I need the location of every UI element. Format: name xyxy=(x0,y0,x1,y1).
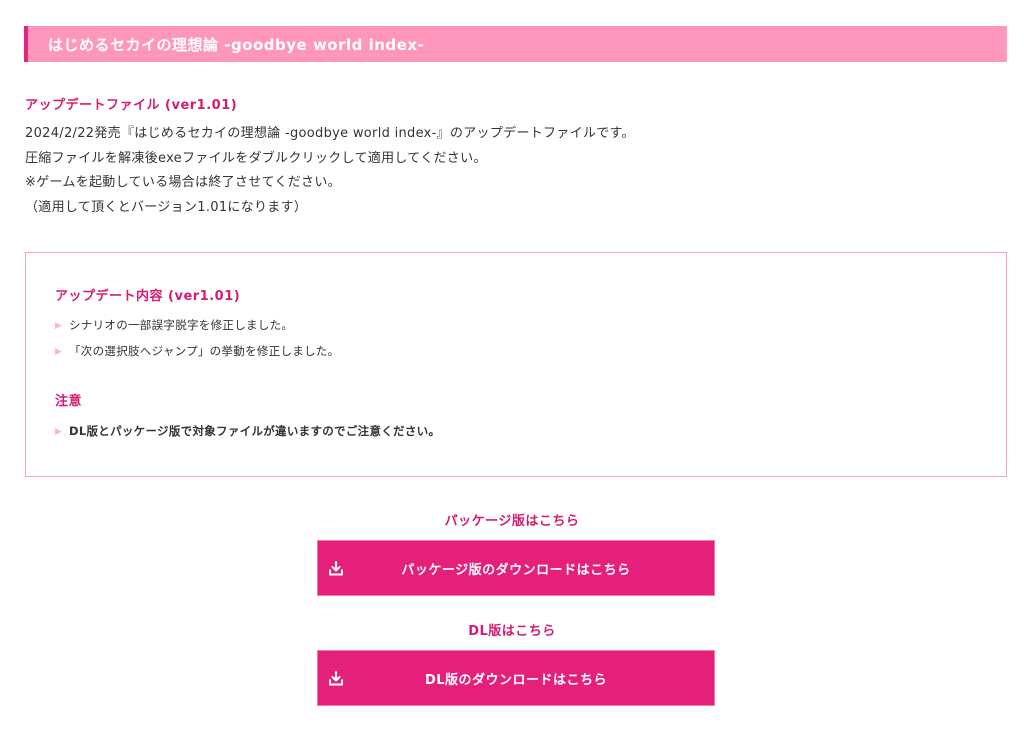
package-download-label: パッケージ版のダウンロードはこちら xyxy=(401,562,631,578)
download-icon xyxy=(329,561,343,576)
update-info-box: アップデート内容 (ver1.01) ▶ シナリオの一部誤字脱字を修正しました。 … xyxy=(25,252,1007,477)
notice-heading: 注意 xyxy=(55,394,83,409)
dl-download-label: DL版のダウンロードはこちら xyxy=(424,672,608,688)
package-download-button[interactable]: パッケージ版のダウンロードはこちら xyxy=(317,540,715,596)
list-item: ▶ DL版とパッケージ版で対象ファイルが違いますのでご注意ください。 xyxy=(55,423,440,439)
update-file-heading: アップデートファイル (ver1.01) xyxy=(25,98,238,113)
bullet-arrow-icon: ▶ xyxy=(55,347,63,357)
list-item: ▶ 「次の選択肢へジャンプ」の挙動を修正しました。 xyxy=(55,343,339,359)
bullet-arrow-icon: ▶ xyxy=(55,321,63,331)
title-bar: はじめるセカイの理想論 -goodbye world index- xyxy=(24,26,1007,62)
description-line: ※ゲームを起動している場合は終了させてください。 xyxy=(25,175,341,190)
list-item-text: DL版とパッケージ版で対象ファイルが違いますのでご注意ください。 xyxy=(69,424,441,438)
package-section-label: パッケージ版はこちら xyxy=(444,514,580,529)
list-item-text: 「次の選択肢へジャンプ」の挙動を修正しました。 xyxy=(69,344,340,358)
page: はじめるセカイの理想論 -goodbye world index- アップデート… xyxy=(0,0,1024,738)
list-item: ▶ シナリオの一部誤字脱字を修正しました。 xyxy=(55,317,293,333)
page-title: はじめるセカイの理想論 -goodbye world index- xyxy=(48,35,425,54)
dl-download-button[interactable]: DL版のダウンロードはこちら xyxy=(317,650,715,706)
download-icon xyxy=(329,671,343,686)
dl-section-label: DL版はこちら xyxy=(468,624,556,639)
list-item-text: シナリオの一部誤字脱字を修正しました。 xyxy=(69,318,294,332)
update-description: 2024/2/22発売『はじめるセカイの理想論 -goodbye world i… xyxy=(25,122,635,220)
description-line: （適用して頂くとバージョン1.01になります） xyxy=(25,199,308,215)
description-line: 圧縮ファイルを解凍後exeファイルをダブルクリックして適用してください。 xyxy=(25,150,487,166)
update-content-heading: アップデート内容 (ver1.01) xyxy=(55,289,241,304)
bullet-arrow-icon: ▶ xyxy=(55,427,63,437)
description-line: 2024/2/22発売『はじめるセカイの理想論 -goodbye world i… xyxy=(25,126,635,141)
